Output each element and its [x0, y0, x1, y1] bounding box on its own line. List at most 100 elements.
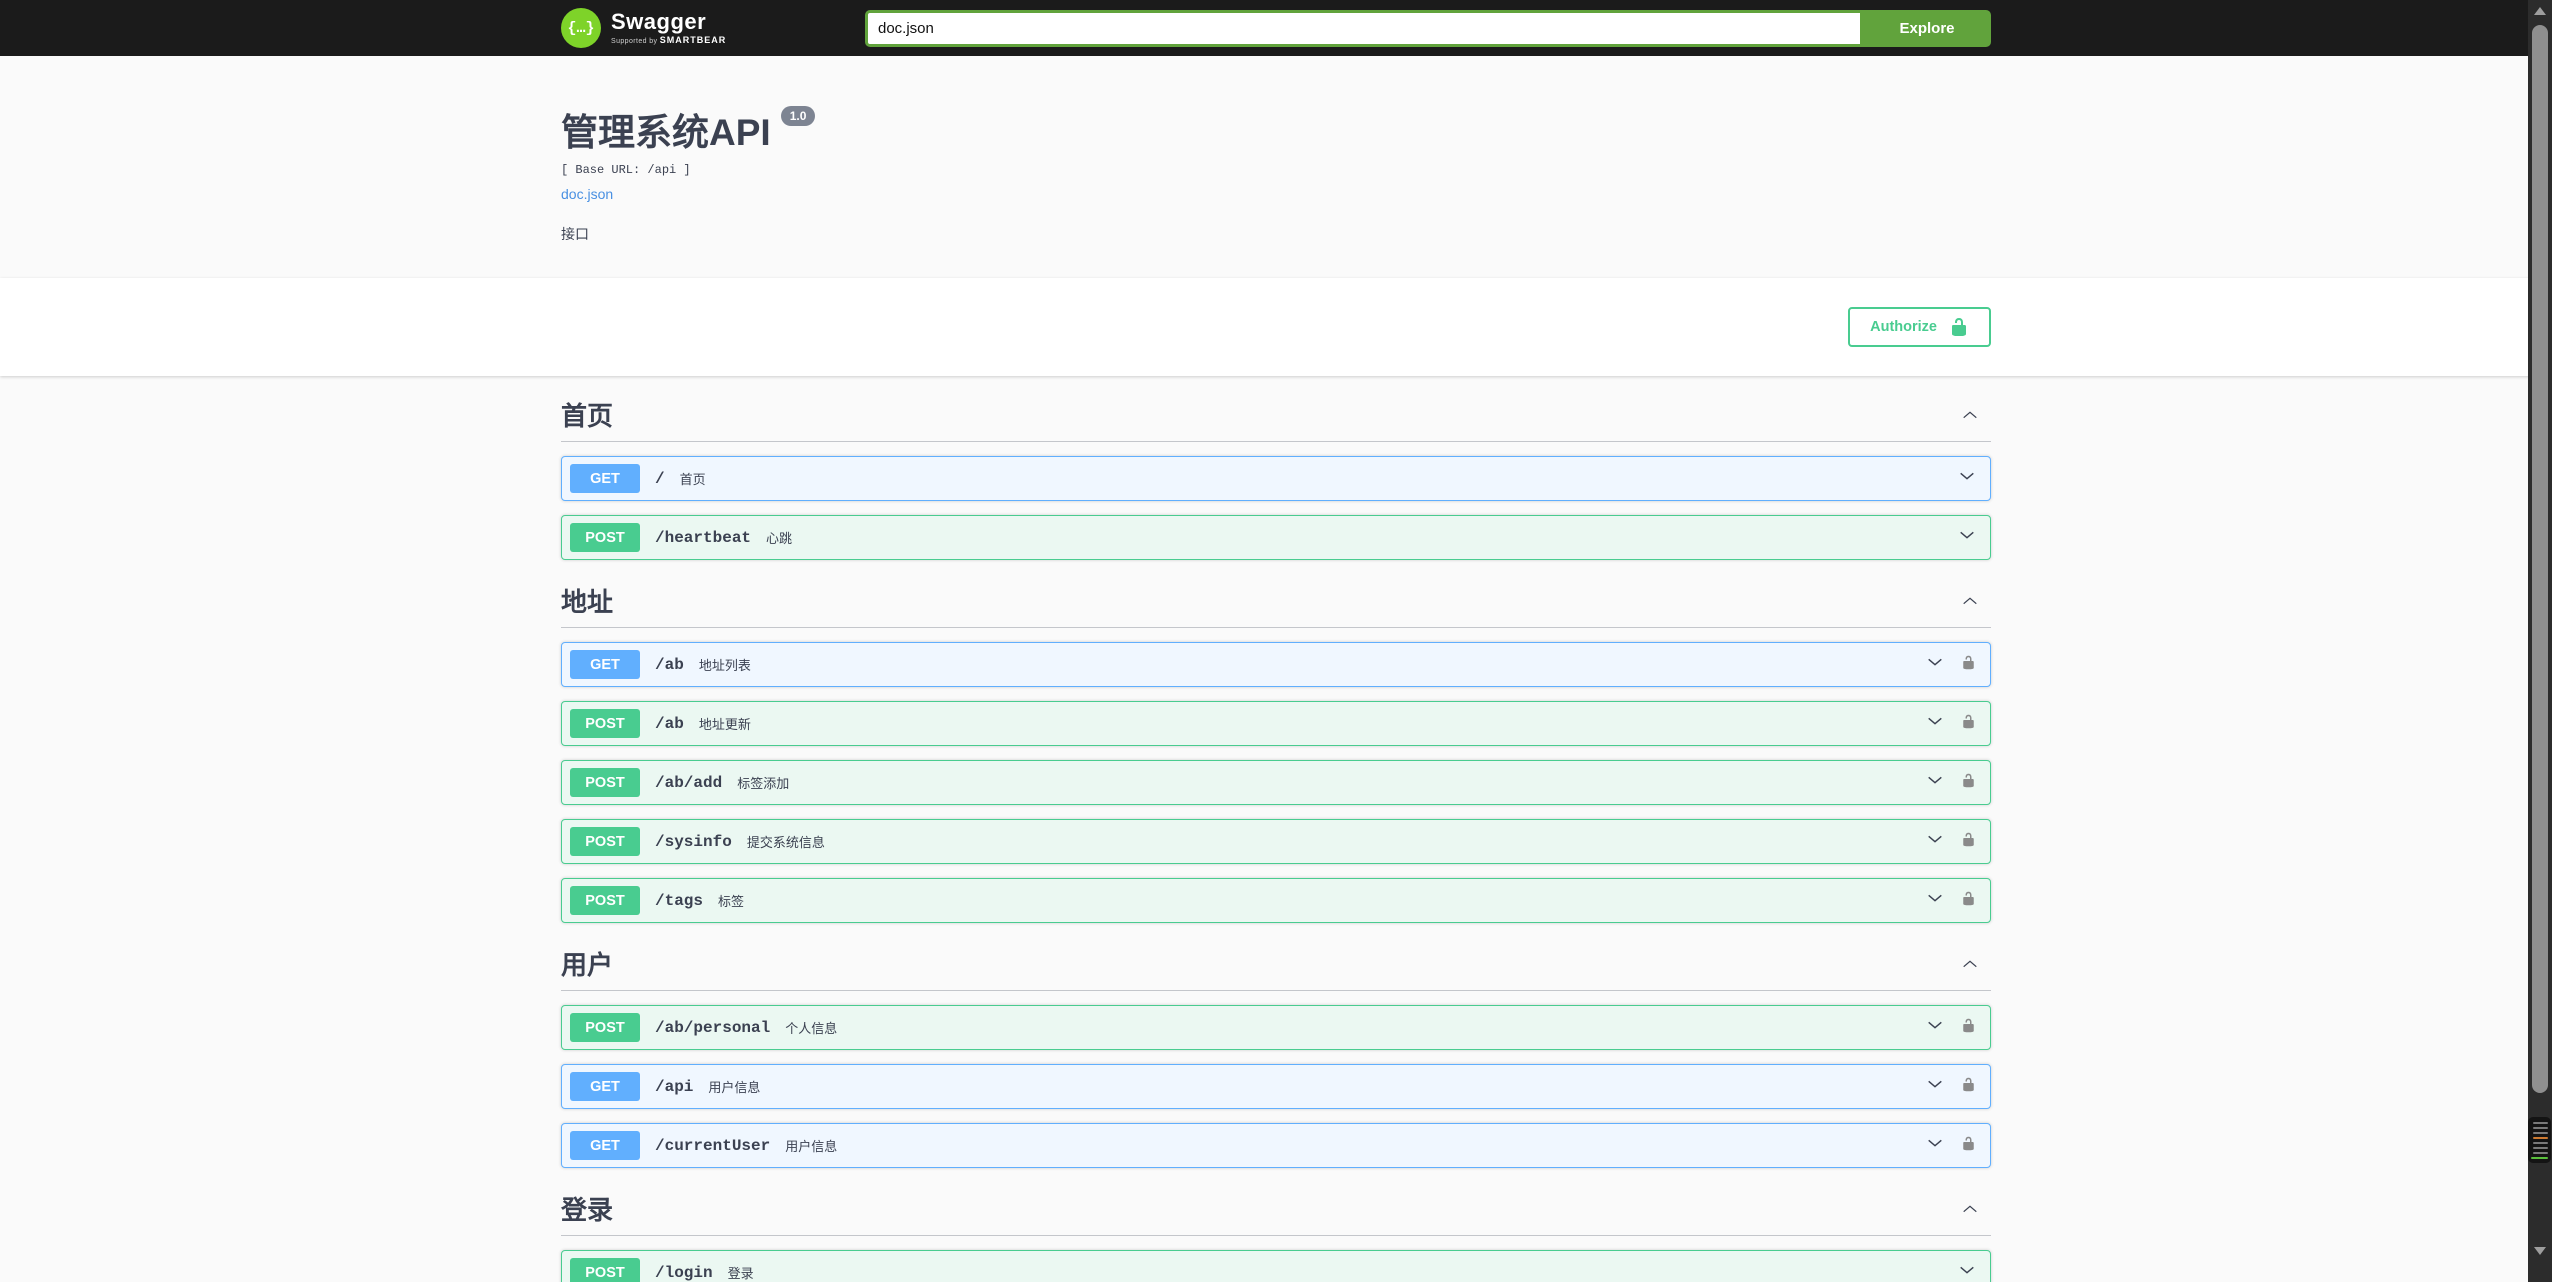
chevron-down-icon[interactable]	[1958, 1261, 1976, 1282]
operation-row[interactable]: POST /tags 标签	[561, 878, 1991, 923]
method-badge: GET	[570, 1131, 640, 1160]
chevron-down-icon[interactable]	[1926, 653, 1944, 676]
operation-description: 个人信息	[785, 1021, 838, 1036]
tag-title: 用户	[561, 950, 614, 980]
smartbear-text: SMARTBEAR	[659, 35, 727, 45]
operation-description: 登录	[727, 1266, 754, 1281]
method-badge: POST	[570, 1013, 640, 1042]
operation-row[interactable]: POST /ab 地址更新	[561, 701, 1991, 746]
operation-path: /ab	[655, 655, 684, 674]
lock-icon[interactable]	[1961, 831, 1976, 853]
version-badge: 1.0	[780, 106, 816, 126]
operation-row[interactable]: POST /sysinfo 提交系统信息	[561, 819, 1991, 864]
operation-path: /heartbeat	[655, 528, 752, 547]
method-badge: POST	[570, 709, 640, 738]
operation-description: 用户信息	[785, 1139, 838, 1154]
chevron-down-icon[interactable]	[1926, 771, 1944, 794]
method-badge: POST	[570, 827, 640, 856]
operation-path: /ab/personal	[655, 1018, 771, 1037]
lock-icon[interactable]	[1961, 1135, 1976, 1157]
method-badge: POST	[570, 768, 640, 797]
tag-title: 首页	[561, 401, 614, 431]
chevron-down-icon[interactable]	[1926, 1016, 1944, 1039]
operation-description: 标签	[718, 894, 745, 909]
chevron-down-icon[interactable]	[1958, 467, 1976, 490]
operation-description: 地址更新	[698, 717, 751, 732]
method-badge: POST	[570, 1258, 640, 1282]
operation-description: 标签添加	[737, 776, 790, 791]
lock-icon[interactable]	[1961, 1076, 1976, 1098]
operation-row[interactable]: GET /currentUser 用户信息	[561, 1123, 1991, 1168]
authorize-button[interactable]: Authorize	[1848, 307, 1991, 347]
authorize-label: Authorize	[1870, 319, 1937, 335]
topbar: {…} Swagger Supported by SMARTBEAR Explo…	[0, 0, 2552, 56]
operation-description: 提交系统信息	[746, 835, 825, 850]
chevron-up-icon[interactable]	[1961, 592, 1979, 610]
swagger-logo-icon: {…}	[561, 8, 601, 48]
operation-row[interactable]: POST /login 登录	[561, 1250, 1991, 1282]
tag-title: 地址	[561, 587, 614, 617]
operation-path: /	[655, 469, 665, 488]
vertical-scrollbar[interactable]	[2528, 0, 2552, 1282]
scroll-up-button[interactable]	[2528, 0, 2552, 22]
scroll-down-button[interactable]	[2528, 1240, 2552, 1262]
chevron-down-icon[interactable]	[1926, 889, 1944, 912]
base-url: [ Base URL: /api ]	[561, 163, 691, 177]
method-badge: GET	[570, 1072, 640, 1101]
chevron-down-icon[interactable]	[1926, 712, 1944, 735]
unlock-icon	[1949, 317, 1969, 337]
tag-header-user[interactable]: 用户	[561, 941, 1991, 991]
chevron-up-icon[interactable]	[1961, 406, 1979, 424]
operation-path: /tags	[655, 891, 704, 910]
lock-icon[interactable]	[1961, 890, 1976, 912]
operation-row[interactable]: GET /api 用户信息	[561, 1064, 1991, 1109]
explore-button[interactable]: Explore	[1863, 9, 1991, 47]
lock-icon[interactable]	[1961, 772, 1976, 794]
operation-path: /login	[655, 1263, 713, 1282]
operation-path: /api	[655, 1077, 694, 1096]
info-section: 管理系统API 1.0 [ Base URL: /api ] doc.json …	[0, 56, 2552, 278]
scheme-container: Authorize	[0, 278, 2552, 376]
chevron-down-icon[interactable]	[1926, 1075, 1944, 1098]
tag-header-login[interactable]: 登录	[561, 1186, 1991, 1236]
method-badge: POST	[570, 523, 640, 552]
operation-row[interactable]: POST /ab/personal 个人信息	[561, 1005, 1991, 1050]
scrollbar-thumb[interactable]	[2532, 25, 2548, 1093]
tag-header-home[interactable]: 首页	[561, 392, 1991, 442]
api-description: 接口	[561, 226, 589, 242]
operation-row[interactable]: POST /heartbeat 心跳	[561, 515, 1991, 560]
method-badge: POST	[570, 886, 640, 915]
operation-description: 地址列表	[698, 658, 751, 673]
method-badge: GET	[570, 464, 640, 493]
operation-row[interactable]: POST /ab/add 标签添加	[561, 760, 1991, 805]
chevron-down-icon[interactable]	[1926, 1134, 1944, 1157]
spec-url-input[interactable]	[865, 9, 1863, 47]
operation-row[interactable]: GET /ab 地址列表	[561, 642, 1991, 687]
tag-title: 登录	[561, 1195, 614, 1225]
smartbear-byline: Supported by SMARTBEAR	[611, 35, 726, 45]
chevron-down-icon[interactable]	[1926, 830, 1944, 853]
operation-description: 心跳	[766, 531, 793, 546]
operation-description: 首页	[679, 472, 706, 487]
chevron-down-icon[interactable]	[1958, 526, 1976, 549]
operations-list: 首页 GET / 首页 POST /heartbeat 心跳 地址 GET /a…	[561, 376, 1991, 1282]
triangle-down-icon	[2534, 1247, 2546, 1255]
operation-path: /currentUser	[655, 1136, 771, 1155]
lock-icon[interactable]	[1961, 654, 1976, 676]
lock-icon[interactable]	[1961, 713, 1976, 735]
scroll-marker-widget	[2528, 1117, 2551, 1163]
tag-header-address[interactable]: 地址	[561, 578, 1991, 628]
operation-path: /sysinfo	[655, 832, 732, 851]
spec-link[interactable]: doc.json	[561, 186, 613, 202]
chevron-up-icon[interactable]	[1961, 1200, 1979, 1218]
operation-row[interactable]: GET / 首页	[561, 456, 1991, 501]
operation-path: /ab	[655, 714, 684, 733]
swagger-wordmark: Swagger	[611, 9, 707, 34]
triangle-up-icon	[2534, 7, 2546, 15]
operation-path: /ab/add	[655, 773, 723, 792]
swagger-logo: {…} Swagger Supported by SMARTBEAR	[561, 8, 726, 48]
operation-description: 用户信息	[708, 1080, 761, 1095]
page-title: 管理系统API	[561, 112, 771, 153]
lock-icon[interactable]	[1961, 1017, 1976, 1039]
chevron-up-icon[interactable]	[1961, 955, 1979, 973]
